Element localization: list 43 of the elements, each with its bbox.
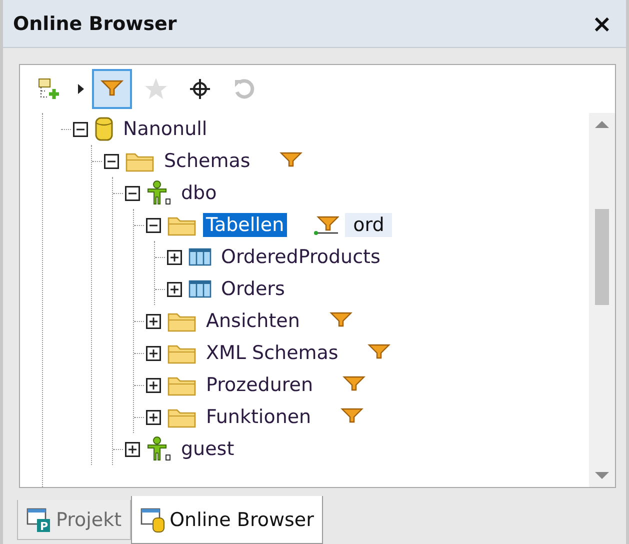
tree-item[interactable]: OrderedProducts [218, 245, 384, 269]
tree-item[interactable]: Orders [218, 277, 288, 301]
filter-icon[interactable] [313, 215, 340, 235]
scroll-thumb[interactable] [595, 209, 609, 305]
table-icon [188, 279, 212, 299]
panel-tab[interactable]: Online Browser [130, 496, 323, 544]
expand-icon[interactable] [146, 378, 161, 392]
scroll-down-icon[interactable] [594, 471, 610, 481]
panel-tab[interactable]: P Projekt [17, 500, 131, 540]
tree-item[interactable]: guest [178, 437, 238, 461]
close-button[interactable]: × [588, 10, 616, 38]
collapse-icon[interactable] [125, 186, 140, 200]
crosshair-icon [189, 78, 211, 100]
expand-icon[interactable] [167, 250, 182, 264]
tree-item[interactable]: Schemas [161, 149, 254, 173]
tree-item[interactable]: dbo [178, 181, 220, 205]
expand-icon[interactable] [146, 410, 161, 424]
tree-item[interactable]: Prozeduren [203, 373, 316, 397]
star-icon [143, 76, 169, 102]
tree-item[interactable]: XML Schemas [203, 341, 342, 365]
filter-text[interactable]: ord [345, 213, 392, 237]
collapse-icon[interactable] [146, 218, 161, 232]
person-icon [146, 436, 172, 462]
expand-icon[interactable] [125, 442, 140, 456]
tree-item[interactable]: Tabellen [203, 213, 288, 237]
table-icon [188, 247, 212, 267]
database-icon [94, 116, 114, 142]
expand-icon[interactable] [146, 346, 161, 360]
triangle-icon [77, 83, 85, 95]
scroll-up-icon[interactable] [594, 119, 610, 129]
collapse-icon[interactable] [73, 122, 88, 136]
database-window-icon [140, 506, 166, 532]
person-icon [146, 180, 172, 206]
window-title: Online Browser [13, 12, 177, 34]
expand-icon[interactable] [167, 282, 182, 296]
scrollbar[interactable] [589, 113, 615, 487]
tree-item[interactable]: Funktionen [203, 405, 314, 429]
tree-item[interactable]: Nanonull [120, 117, 210, 141]
filter-button[interactable] [92, 69, 132, 109]
collapse-icon[interactable] [104, 154, 119, 168]
expand-icon[interactable] [146, 314, 161, 328]
tree-item[interactable]: Ansichten [203, 309, 303, 333]
refresh-icon [232, 77, 256, 101]
